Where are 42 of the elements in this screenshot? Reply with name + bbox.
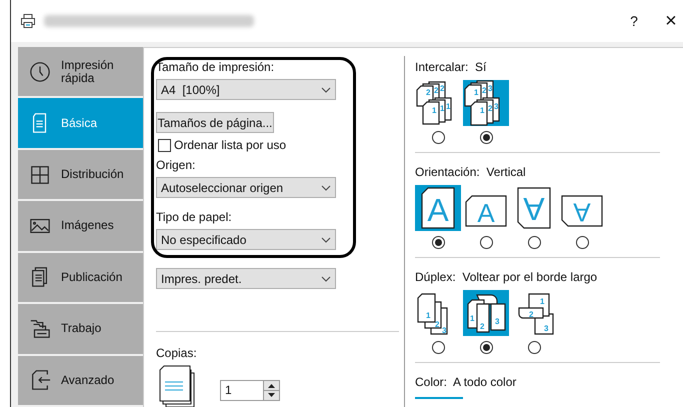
- clock-icon: [29, 60, 51, 83]
- radio-button[interactable]: [576, 236, 588, 249]
- dropdown[interactable]: Impres. predet.: [156, 268, 336, 290]
- radio-button[interactable]: [432, 131, 444, 144]
- close-button[interactable]: ×: [649, 6, 683, 36]
- radio-button[interactable]: [432, 236, 444, 249]
- radio-button[interactable]: [480, 341, 492, 354]
- exit-arrow-icon: [29, 369, 51, 392]
- setting-label: Dúplex: Voltear por el borde largo: [415, 269, 598, 286]
- dropdown[interactable]: Autoseleccionar origen: [156, 177, 336, 198]
- printer-icon: [20, 13, 36, 29]
- radio-button[interactable]: [528, 236, 540, 249]
- radio-button[interactable]: [480, 236, 492, 249]
- field-label: Tamaño de impresión:: [156, 59, 276, 76]
- field-label: Origen:: [156, 157, 196, 174]
- tab-underline: [415, 397, 463, 399]
- chevron-down-icon: [321, 276, 331, 282]
- sidebar-tab[interactable]: Trabajo: [18, 304, 143, 354]
- sidebar-tab[interactable]: Publicación: [18, 252, 143, 302]
- field-label: Tipo de papel:: [156, 209, 233, 226]
- setting-label: Color: A todo color: [415, 374, 518, 391]
- radio-button[interactable]: [528, 341, 540, 354]
- dropdown[interactable]: A4 [100%]: [156, 79, 336, 100]
- checkbox[interactable]: Ordenar lista por uso: [158, 136, 404, 154]
- chevron-down-icon: [321, 184, 331, 191]
- radio-button[interactable]: [480, 131, 492, 144]
- sidebar-tab[interactable]: Impresión rápida: [18, 47, 143, 96]
- setting-label: Intercalar: Sí: [415, 59, 488, 76]
- sidebar-tab[interactable]: Avanzado: [18, 356, 143, 405]
- sidebar-tab[interactable]: Distribución: [18, 150, 143, 200]
- chevron-down-icon: [321, 236, 331, 243]
- number-spinner[interactable]: 1: [220, 380, 280, 402]
- dropdown[interactable]: No especificado: [156, 229, 336, 250]
- radio-button[interactable]: [432, 341, 444, 354]
- chevron-down-icon: [321, 86, 331, 92]
- setting-label: Orientación: Vertical: [415, 164, 527, 181]
- field-label: Copias:: [156, 345, 198, 362]
- help-button[interactable]: ?: [619, 6, 649, 36]
- folder-tray-icon: [29, 318, 51, 340]
- sidebar-tab[interactable]: Imágenes: [18, 201, 143, 251]
- page-sizes-button[interactable]: Tamaños de página...: [156, 112, 274, 134]
- grid-icon: [29, 164, 51, 186]
